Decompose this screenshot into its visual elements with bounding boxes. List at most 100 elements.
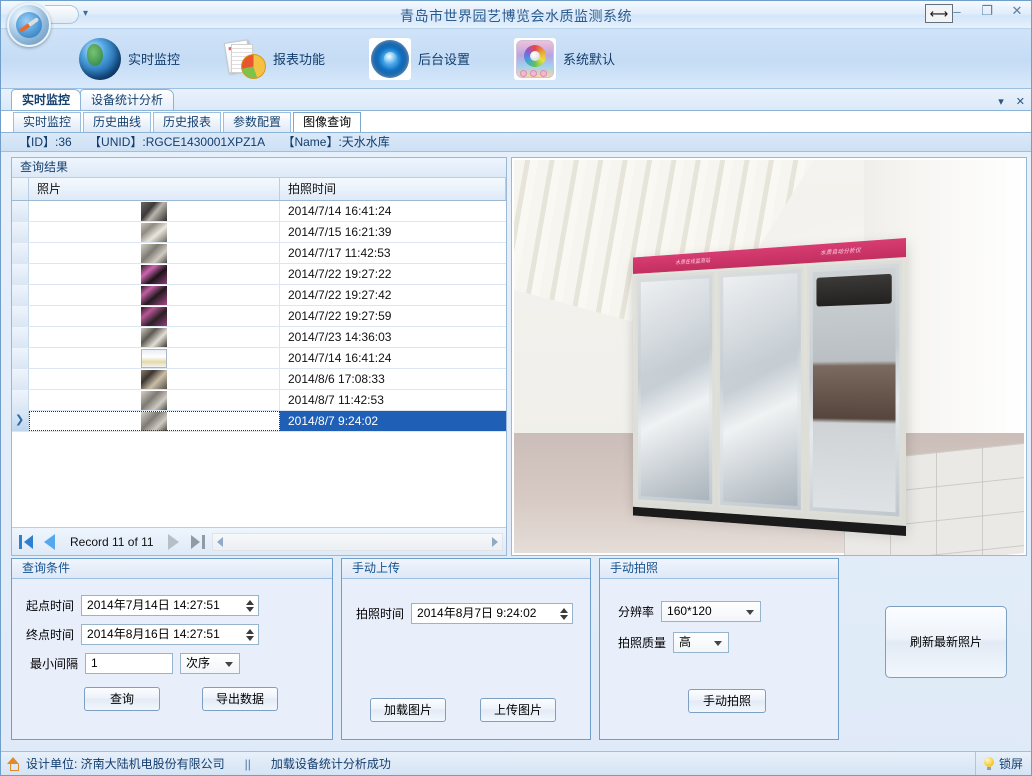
cell-capture-time[interactable]: 2014/7/22 19:27:22 (280, 264, 506, 284)
subtab-history-curve[interactable]: 历史曲线 (83, 112, 151, 132)
chevron-down-icon[interactable]: ▾ (998, 95, 1004, 108)
record-count-label: Record 11 of 11 (64, 535, 160, 549)
resolution-select[interactable]: 160*120 (661, 601, 761, 622)
subtab-realtime-monitor[interactable]: 实时监控 (13, 112, 81, 132)
cell-photo[interactable] (29, 243, 280, 263)
cell-capture-time[interactable]: 2014/8/7 9:24:02 (280, 411, 506, 431)
capture-time-input[interactable]: 2014年8月7日 9:24:02 (411, 603, 573, 624)
cell-capture-time[interactable]: 2014/8/6 17:08:33 (280, 369, 506, 389)
end-time-stepper[interactable] (246, 629, 256, 641)
cell-photo[interactable] (29, 411, 280, 431)
upload-image-button[interactable]: 上传图片 (480, 698, 556, 722)
table-row[interactable]: 2014/8/7 11:42:53 (12, 390, 506, 411)
end-time-input[interactable]: 2014年8月16日 14:27:51 (81, 624, 259, 645)
table-row[interactable]: 2014/7/22 19:27:22 (12, 264, 506, 285)
application-window: ▾ 青岛市世界园艺博览会水质监测系统 ⟷ – ❐ ✕ 实时监控 报表功能 后台设… (0, 0, 1032, 776)
cell-photo[interactable] (29, 201, 280, 221)
cell-photo[interactable] (29, 369, 280, 389)
ribbon-item-backend-settings[interactable]: 后台设置 (369, 38, 470, 80)
last-record-icon[interactable] (186, 531, 208, 553)
status-message: 加载设备统计分析成功 (271, 755, 391, 772)
tab-device-statistics[interactable]: 设备统计分析 (80, 89, 174, 110)
manual-capture-button[interactable]: 手动拍照 (688, 689, 766, 713)
cell-photo[interactable] (29, 222, 280, 242)
column-header-photo[interactable]: 照片 (29, 178, 280, 200)
next-record-icon[interactable] (162, 531, 184, 553)
start-time-input[interactable]: 2014年7月14日 14:27:51 (81, 595, 259, 616)
quality-select[interactable]: 高 (673, 632, 729, 653)
outer-tab-bar: 实时监控 设备统计分析 ▾ ✕ (1, 89, 1031, 111)
close-button[interactable]: ✕ (1009, 3, 1025, 19)
cell-photo[interactable] (29, 390, 280, 410)
start-time-stepper[interactable] (246, 600, 256, 612)
row-selector[interactable] (12, 306, 29, 326)
first-record-icon[interactable] (16, 531, 38, 553)
previous-record-icon[interactable] (40, 531, 62, 553)
row-selector[interactable] (12, 222, 29, 242)
ribbon-item-realtime-monitor[interactable]: 实时监控 (79, 38, 180, 80)
table-row[interactable]: 2014/7/22 19:27:59 (12, 306, 506, 327)
row-selector[interactable] (12, 243, 29, 263)
camera-image: 水质在线监测站水质自动分析仪 (514, 160, 1024, 553)
record-navigator: Record 11 of 11 (12, 527, 506, 555)
close-icon[interactable]: ✕ (1016, 95, 1025, 108)
cell-photo[interactable] (29, 327, 280, 347)
table-row[interactable]: 2014/7/15 16:21:39 (12, 222, 506, 243)
table-row[interactable]: 2014/7/23 14:36:03 (12, 327, 506, 348)
ribbon-item-report[interactable]: 报表功能 (224, 38, 325, 80)
table-row[interactable]: 2014/8/7 9:24:02 (12, 411, 506, 432)
subtab-parameter-config[interactable]: 参数配置 (223, 112, 291, 132)
refresh-latest-photo-button[interactable]: 刷新最新照片 (885, 606, 1007, 678)
table-row[interactable]: 2014/7/14 16:41:24 (12, 348, 506, 369)
ribbon-label: 报表功能 (273, 49, 325, 68)
interval-unit-select[interactable]: 次序 (180, 653, 240, 674)
table-row[interactable]: 2014/7/17 11:42:53 (12, 243, 506, 264)
query-result-grid: 查询结果 照片 拍照时间 2014/7/14 16:41:242014/7/15… (11, 157, 507, 556)
device-name: 【Name】:天水水库 (282, 135, 389, 149)
cell-capture-time[interactable]: 2014/7/15 16:21:39 (280, 222, 506, 242)
cell-capture-time[interactable]: 2014/7/14 16:41:24 (280, 348, 506, 368)
ribbon-item-system-default[interactable]: 系统默认 (514, 38, 615, 80)
row-selector[interactable] (12, 285, 29, 305)
cell-capture-time[interactable]: 2014/7/17 11:42:53 (280, 243, 506, 263)
query-button[interactable]: 查询 (84, 687, 160, 711)
row-selector[interactable] (12, 327, 29, 347)
cell-photo[interactable] (29, 306, 280, 326)
grid-selector-header (12, 178, 29, 200)
row-selector[interactable] (12, 369, 29, 389)
cell-capture-time[interactable]: 2014/7/14 16:41:24 (280, 201, 506, 221)
maximize-button[interactable]: ❐ (979, 3, 995, 19)
cell-capture-time[interactable]: 2014/7/23 14:36:03 (280, 327, 506, 347)
cell-capture-time[interactable]: 2014/8/7 11:42:53 (280, 390, 506, 410)
min-interval-input[interactable]: 1 (85, 653, 173, 674)
tab-realtime-monitor[interactable]: 实时监控 (11, 89, 81, 110)
table-row[interactable]: 2014/7/14 16:41:24 (12, 201, 506, 222)
row-selector[interactable] (12, 390, 29, 410)
export-data-button[interactable]: 导出数据 (202, 687, 278, 711)
minimize-button[interactable]: – (949, 4, 965, 19)
cell-capture-time[interactable]: 2014/7/22 19:27:42 (280, 285, 506, 305)
cell-photo[interactable] (29, 285, 280, 305)
row-selector[interactable] (12, 348, 29, 368)
horizontal-scrollbar[interactable] (212, 533, 503, 551)
lock-screen-button[interactable]: 锁屏 (975, 752, 1031, 775)
row-selector[interactable] (12, 264, 29, 284)
cell-photo[interactable] (29, 264, 280, 284)
subtab-image-query[interactable]: 图像查询 (293, 112, 361, 132)
photo-preview-panel[interactable]: 水质在线监测站水质自动分析仪 (511, 157, 1027, 556)
grid-body[interactable]: 2014/7/14 16:41:242014/7/15 16:21:392014… (12, 201, 506, 527)
scroll-left-icon[interactable] (217, 537, 223, 547)
cabinet-door (717, 266, 803, 513)
cell-capture-time[interactable]: 2014/7/22 19:27:59 (280, 306, 506, 326)
capture-time-stepper[interactable] (560, 608, 570, 620)
load-image-button[interactable]: 加载图片 (370, 698, 446, 722)
table-row[interactable]: 2014/8/6 17:08:33 (12, 369, 506, 390)
column-header-time[interactable]: 拍照时间 (280, 178, 506, 200)
row-selector[interactable] (12, 201, 29, 221)
cell-photo[interactable] (29, 348, 280, 368)
row-selector[interactable] (12, 411, 29, 431)
compass-app-icon[interactable] (7, 3, 51, 47)
table-row[interactable]: 2014/7/22 19:27:42 (12, 285, 506, 306)
subtab-history-report[interactable]: 历史报表 (153, 112, 221, 132)
scroll-right-icon[interactable] (492, 537, 498, 547)
